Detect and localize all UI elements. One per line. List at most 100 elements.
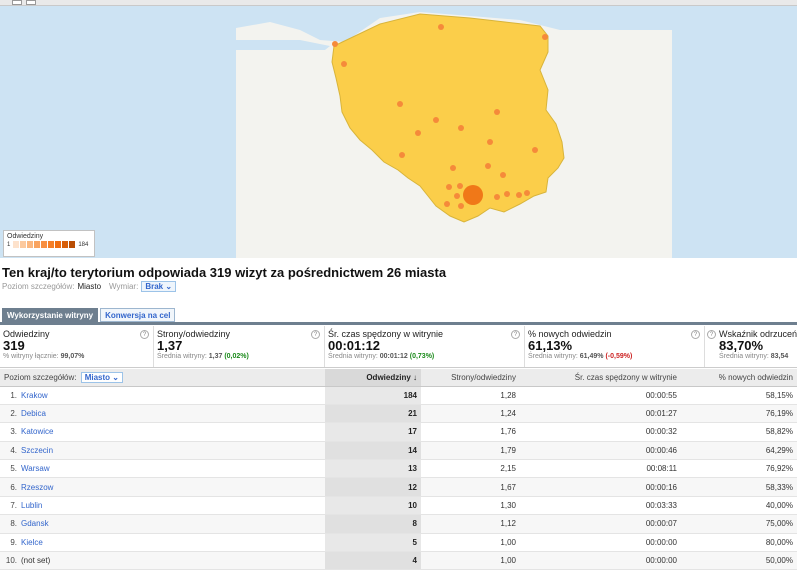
cell-avg-time: 00:01:27 xyxy=(520,404,681,424)
legend-min: 1 xyxy=(7,241,11,248)
table-row: 6. Rzeszow 12 1,67 00:00:16 58,33% xyxy=(0,477,797,497)
table-row: 8. Gdansk 8 1,12 00:00:07 75,00% xyxy=(0,514,797,534)
cell-avg-time: 00:03:33 xyxy=(520,496,681,516)
geo-map[interactable]: Odwiedziny 1 184 xyxy=(0,0,797,258)
row-number: 8. xyxy=(10,519,17,529)
city-marker xyxy=(438,24,444,30)
tab-bar: Wykorzystanie witryny Konwersja na cel xyxy=(2,308,177,322)
map-legend: Odwiedziny 1 184 xyxy=(3,230,95,257)
column-header-pages-per-visit[interactable]: Strony/odwiedziny xyxy=(421,369,520,387)
table-row: 4. Szczecin 14 1,79 00:00:46 64,29% xyxy=(0,441,797,461)
cell-new-visits: 58,15% xyxy=(681,386,797,405)
dimension-label: Wymiar: xyxy=(109,282,139,291)
cell-visits: 10 xyxy=(325,496,421,516)
cell-visits: 4 xyxy=(325,551,421,571)
metric-sub: % witryny łącznie: 99,07% xyxy=(3,353,85,360)
city-marker xyxy=(487,139,493,145)
cell-new-visits: 58,82% xyxy=(681,422,797,442)
cell-pages-per-visit: 1,79 xyxy=(421,441,520,461)
city-link[interactable]: Lublin xyxy=(21,501,42,510)
help-icon[interactable]: ? xyxy=(707,330,716,339)
city-marker xyxy=(446,184,452,190)
table-row: 10. (not set) 4 1,00 00:00:00 50,00% xyxy=(0,551,797,571)
cell-pages-per-visit: 1,30 xyxy=(421,496,520,516)
cell-new-visits: 58,33% xyxy=(681,477,797,497)
city-link[interactable]: Katowice xyxy=(21,427,53,436)
column-header-new-visits[interactable]: % nowych odwiedzin xyxy=(681,369,797,387)
row-number: 10. xyxy=(5,556,17,566)
city-link[interactable]: Gdansk xyxy=(21,519,49,528)
metric-visits: Odwiedziny 319 % witryny łącznie: 99,07%… xyxy=(0,326,154,367)
column-header-visits[interactable]: Odwiedziny ↓ xyxy=(325,369,421,387)
column-header-avg-time[interactable]: Śr. czas spędzony w witrynie xyxy=(520,369,681,387)
city-marker xyxy=(454,193,460,199)
detail-level-label: Poziom szczegółów: xyxy=(2,282,75,291)
cell-pages-per-visit: 1,67 xyxy=(421,477,520,497)
metric-new-visits: % nowych odwiedzin 61,13% Średnia witryn… xyxy=(525,326,705,367)
city-marker xyxy=(532,147,538,153)
city-link[interactable]: Szczecin xyxy=(21,446,53,455)
cell-city: 5. Warsaw xyxy=(0,459,325,479)
table-row: 3. Katowice 17 1,76 00:00:32 58,82% xyxy=(0,422,797,442)
data-table: Poziom szczegółów: Miasto ⌄ Odwiedziny ↓… xyxy=(0,369,797,571)
tab-goal-conversion[interactable]: Konwersja na cel xyxy=(100,308,176,322)
metric-avg-time: Śr. czas spędzony w witrynie 00:01:12 Śr… xyxy=(325,326,525,367)
city-marker xyxy=(542,34,548,40)
cell-visits: 17 xyxy=(325,422,421,442)
cell-visits: 21 xyxy=(325,404,421,424)
cell-new-visits: 50,00% xyxy=(681,551,797,571)
cell-new-visits: 80,00% xyxy=(681,533,797,553)
dimension-dropdown[interactable]: Brak ⌄ xyxy=(141,281,177,292)
city-link[interactable]: Debica xyxy=(21,409,46,418)
help-icon[interactable]: ? xyxy=(311,330,320,339)
row-number: 3. xyxy=(10,427,17,437)
cell-visits: 5 xyxy=(325,533,421,553)
city-marker xyxy=(504,191,510,197)
city-link[interactable]: Krakow xyxy=(21,391,48,400)
row-number: 5. xyxy=(10,464,17,474)
cell-pages-per-visit: 1,00 xyxy=(421,533,520,553)
detail-level-value: Miasto xyxy=(77,282,102,291)
help-icon[interactable]: ? xyxy=(140,330,149,339)
table-row: 9. Kielce 5 1,00 00:00:00 80,00% xyxy=(0,533,797,553)
cell-city: 9. Kielce xyxy=(0,533,325,553)
city-marker xyxy=(332,41,338,47)
city-marker xyxy=(500,172,506,178)
cell-avg-time: 00:00:00 xyxy=(520,551,681,571)
row-number: 2. xyxy=(10,409,17,419)
table-row: 7. Lublin 10 1,30 00:03:33 40,00% xyxy=(0,496,797,516)
city-marker xyxy=(457,183,463,189)
row-number: 4. xyxy=(10,445,17,455)
table-row: 2. Debica 21 1,24 00:01:27 76,19% xyxy=(0,404,797,424)
cell-city: 3. Katowice xyxy=(0,422,325,442)
tab-site-usage[interactable]: Wykorzystanie witryny xyxy=(2,308,99,322)
legend-title: Odwiedziny xyxy=(7,233,44,240)
city-link[interactable]: Warsaw xyxy=(21,464,50,473)
table-header: Poziom szczegółów: Miasto ⌄ Odwiedziny ↓… xyxy=(0,369,797,387)
cell-city: 7. Lublin xyxy=(0,496,325,516)
city-link: (not set) xyxy=(21,556,51,566)
column-header-dimension: Poziom szczegółów: Miasto ⌄ xyxy=(0,369,325,387)
city-link[interactable]: Rzeszow xyxy=(21,483,53,492)
metric-pages-per-visit: Strony/odwiedziny 1,37 Średnia witryny: … xyxy=(154,326,325,367)
cell-pages-per-visit: 1,24 xyxy=(421,404,520,424)
metric-sub: Średnia witryny: 61,49% (-0,59%) xyxy=(528,353,633,360)
help-icon[interactable]: ? xyxy=(511,330,520,339)
detail-controls: Poziom szczegółów: Miasto Wymiar: Brak ⌄ xyxy=(2,281,177,292)
metric-sub: Średnia witryny: 1,37 (0,02%) xyxy=(157,353,249,360)
detail-level-dropdown[interactable]: Miasto ⌄ xyxy=(80,371,123,383)
cell-pages-per-visit: 1,28 xyxy=(421,386,520,405)
cell-avg-time: 00:00:32 xyxy=(520,422,681,442)
help-icon[interactable]: ? xyxy=(691,330,700,339)
city-marker xyxy=(399,152,405,158)
cell-avg-time: 00:00:55 xyxy=(520,386,681,405)
metric-title: Odwiedziny xyxy=(3,329,50,339)
metric-value: 00:01:12 xyxy=(328,338,381,353)
row-number: 9. xyxy=(10,537,17,547)
city-link[interactable]: Kielce xyxy=(21,538,43,547)
chevron-down-icon: ⌄ xyxy=(165,282,173,291)
city-marker xyxy=(458,125,464,131)
cell-pages-per-visit: 1,76 xyxy=(421,422,520,442)
cell-new-visits: 40,00% xyxy=(681,496,797,516)
cell-visits: 12 xyxy=(325,477,421,497)
